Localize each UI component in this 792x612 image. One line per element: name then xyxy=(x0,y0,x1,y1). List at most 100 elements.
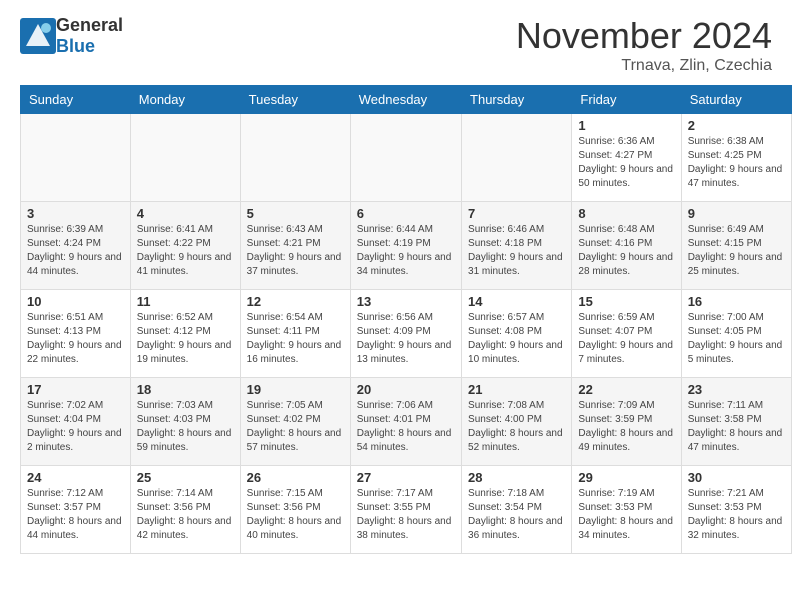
day-number: 20 xyxy=(357,382,455,397)
day-info: Sunrise: 7:08 AMSunset: 4:00 PMDaylight:… xyxy=(468,399,565,455)
day-info: Sunrise: 7:15 AMSunset: 3:56 PMDaylight:… xyxy=(247,487,344,543)
col-friday: Friday xyxy=(572,86,681,114)
calendar-cell: 21 Sunrise: 7:08 AMSunset: 4:00 PMDayligh… xyxy=(462,378,572,466)
day-number: 16 xyxy=(688,294,785,309)
calendar-cell: 22 Sunrise: 7:09 AMSunset: 3:59 PMDayligh… xyxy=(572,378,681,466)
calendar-cell: 25 Sunrise: 7:14 AMSunset: 3:56 PMDayligh… xyxy=(130,466,240,554)
col-tuesday: Tuesday xyxy=(240,86,350,114)
calendar-cell: 29 Sunrise: 7:19 AMSunset: 3:53 PMDayligh… xyxy=(572,466,681,554)
location: Trnava, Zlin, Czechia xyxy=(516,57,772,75)
logo-icon xyxy=(20,18,56,54)
day-number: 21 xyxy=(468,382,565,397)
calendar-row: 3 Sunrise: 6:39 AMSunset: 4:24 PMDaylight… xyxy=(21,202,792,290)
day-number: 13 xyxy=(357,294,455,309)
calendar-cell: 3 Sunrise: 6:39 AMSunset: 4:24 PMDaylight… xyxy=(21,202,131,290)
day-info: Sunrise: 7:09 AMSunset: 3:59 PMDaylight:… xyxy=(578,399,674,455)
calendar-cell: 18 Sunrise: 7:03 AMSunset: 4:03 PMDayligh… xyxy=(130,378,240,466)
day-number: 2 xyxy=(688,118,785,133)
calendar-row: 1 Sunrise: 6:36 AMSunset: 4:27 PMDaylight… xyxy=(21,114,792,202)
calendar-cell: 8 Sunrise: 6:48 AMSunset: 4:16 PMDaylight… xyxy=(572,202,681,290)
day-info: Sunrise: 6:59 AMSunset: 4:07 PMDaylight:… xyxy=(578,311,674,367)
calendar-cell xyxy=(350,114,461,202)
day-info: Sunrise: 7:12 AMSunset: 3:57 PMDaylight:… xyxy=(27,487,124,543)
day-number: 5 xyxy=(247,206,344,221)
day-info: Sunrise: 6:56 AMSunset: 4:09 PMDaylight:… xyxy=(357,311,455,367)
day-number: 27 xyxy=(357,470,455,485)
calendar-cell: 15 Sunrise: 6:59 AMSunset: 4:07 PMDayligh… xyxy=(572,290,681,378)
calendar-cell: 27 Sunrise: 7:17 AMSunset: 3:55 PMDayligh… xyxy=(350,466,461,554)
calendar-cell: 17 Sunrise: 7:02 AMSunset: 4:04 PMDayligh… xyxy=(21,378,131,466)
calendar-row: 24 Sunrise: 7:12 AMSunset: 3:57 PMDayligh… xyxy=(21,466,792,554)
day-info: Sunrise: 7:17 AMSunset: 3:55 PMDaylight:… xyxy=(357,487,455,543)
day-number: 6 xyxy=(357,206,455,221)
calendar-cell xyxy=(462,114,572,202)
month-title: November 2024 xyxy=(516,15,772,57)
day-info: Sunrise: 6:41 AMSunset: 4:22 PMDaylight:… xyxy=(137,223,234,279)
day-number: 23 xyxy=(688,382,785,397)
day-number: 14 xyxy=(468,294,565,309)
calendar-table: Sunday Monday Tuesday Wednesday Thursday… xyxy=(20,85,792,554)
day-number: 25 xyxy=(137,470,234,485)
col-saturday: Saturday xyxy=(681,86,791,114)
calendar-cell: 9 Sunrise: 6:49 AMSunset: 4:15 PMDaylight… xyxy=(681,202,791,290)
day-number: 4 xyxy=(137,206,234,221)
day-number: 28 xyxy=(468,470,565,485)
day-number: 8 xyxy=(578,206,674,221)
day-info: Sunrise: 6:43 AMSunset: 4:21 PMDaylight:… xyxy=(247,223,344,279)
day-number: 15 xyxy=(578,294,674,309)
day-info: Sunrise: 6:49 AMSunset: 4:15 PMDaylight:… xyxy=(688,223,785,279)
day-info: Sunrise: 6:52 AMSunset: 4:12 PMDaylight:… xyxy=(137,311,234,367)
calendar-cell: 20Sunrise: 7:06 AMSunset: 4:01 PMDayligh… xyxy=(350,378,461,466)
day-number: 12 xyxy=(247,294,344,309)
calendar-cell: 13 Sunrise: 6:56 AMSunset: 4:09 PMDayligh… xyxy=(350,290,461,378)
logo-general-text: General xyxy=(56,15,123,36)
day-info: Sunrise: 7:03 AMSunset: 4:03 PMDaylight:… xyxy=(137,399,234,455)
calendar-cell xyxy=(21,114,131,202)
calendar-cell: 6 Sunrise: 6:44 AMSunset: 4:19 PMDaylight… xyxy=(350,202,461,290)
calendar-row: 10 Sunrise: 6:51 AMSunset: 4:13 PMDayligh… xyxy=(21,290,792,378)
calendar-cell: 1 Sunrise: 6:36 AMSunset: 4:27 PMDaylight… xyxy=(572,114,681,202)
day-info: Sunrise: 6:54 AMSunset: 4:11 PMDaylight:… xyxy=(247,311,344,367)
calendar-cell: 7Sunrise: 6:46 AMSunset: 4:18 PMDaylight… xyxy=(462,202,572,290)
day-info: Sunrise: 6:38 AMSunset: 4:25 PMDaylight:… xyxy=(688,135,785,191)
calendar-cell: 5 Sunrise: 6:43 AMSunset: 4:21 PMDaylight… xyxy=(240,202,350,290)
day-number: 30 xyxy=(688,470,785,485)
day-number: 26 xyxy=(247,470,344,485)
calendar-wrapper: Sunday Monday Tuesday Wednesday Thursday… xyxy=(0,85,792,564)
calendar-cell: 23 Sunrise: 7:11 AMSunset: 3:58 PMDayligh… xyxy=(681,378,791,466)
day-info: Sunrise: 6:39 AMSunset: 4:24 PMDaylight:… xyxy=(27,223,124,279)
day-number: 22 xyxy=(578,382,674,397)
calendar-cell xyxy=(130,114,240,202)
col-thursday: Thursday xyxy=(462,86,572,114)
day-number: 24 xyxy=(27,470,124,485)
day-number: 1 xyxy=(578,118,674,133)
calendar-cell: 16Sunrise: 7:00 AMSunset: 4:05 PMDayligh… xyxy=(681,290,791,378)
day-info: Sunrise: 6:48 AMSunset: 4:16 PMDaylight:… xyxy=(578,223,674,279)
day-info: Sunrise: 7:19 AMSunset: 3:53 PMDaylight:… xyxy=(578,487,674,543)
col-wednesday: Wednesday xyxy=(350,86,461,114)
calendar-row: 17 Sunrise: 7:02 AMSunset: 4:04 PMDayligh… xyxy=(21,378,792,466)
day-info: Sunrise: 7:02 AMSunset: 4:04 PMDaylight:… xyxy=(27,399,124,455)
col-monday: Monday xyxy=(130,86,240,114)
day-number: 9 xyxy=(688,206,785,221)
logo-blue-text: Blue xyxy=(56,36,123,57)
day-info: Sunrise: 6:36 AMSunset: 4:27 PMDaylight:… xyxy=(578,135,674,191)
day-info: Sunrise: 7:11 AMSunset: 3:58 PMDaylight:… xyxy=(688,399,785,455)
day-info: Sunrise: 6:44 AMSunset: 4:19 PMDaylight:… xyxy=(357,223,455,279)
calendar-cell: 12 Sunrise: 6:54 AMSunset: 4:11 PMDayligh… xyxy=(240,290,350,378)
day-number: 17 xyxy=(27,382,124,397)
day-number: 10 xyxy=(27,294,124,309)
day-number: 3 xyxy=(27,206,124,221)
calendar-cell: 19Sunrise: 7:05 AMSunset: 4:02 PMDayligh… xyxy=(240,378,350,466)
day-number: 18 xyxy=(137,382,234,397)
day-info: Sunrise: 7:14 AMSunset: 3:56 PMDaylight:… xyxy=(137,487,234,543)
day-info: Sunrise: 6:46 AMSunset: 4:18 PMDaylight:… xyxy=(468,223,565,279)
calendar-cell: 10 Sunrise: 6:51 AMSunset: 4:13 PMDayligh… xyxy=(21,290,131,378)
calendar-cell: 28 Sunrise: 7:18 AMSunset: 3:54 PMDayligh… xyxy=(462,466,572,554)
day-info: Sunrise: 6:51 AMSunset: 4:13 PMDaylight:… xyxy=(27,311,124,367)
day-number: 29 xyxy=(578,470,674,485)
calendar-header: Sunday Monday Tuesday Wednesday Thursday… xyxy=(21,86,792,114)
calendar-cell: 2 Sunrise: 6:38 AMSunset: 4:25 PMDaylight… xyxy=(681,114,791,202)
day-info: Sunrise: 7:18 AMSunset: 3:54 PMDaylight:… xyxy=(468,487,565,543)
day-number: 19 xyxy=(247,382,344,397)
